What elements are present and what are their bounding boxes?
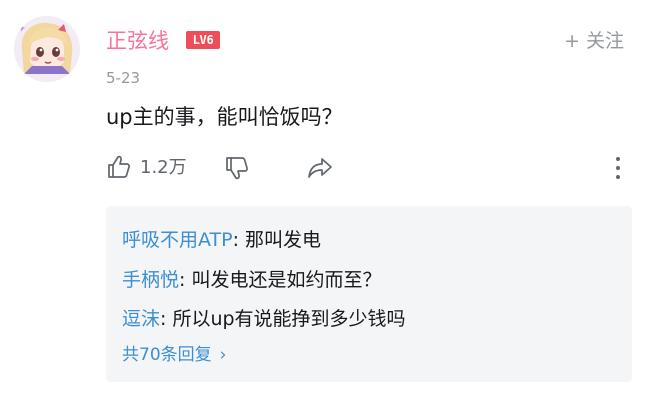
level-badge-text: LV6 [192, 33, 214, 47]
follow-button[interactable]: + 关注 [564, 28, 624, 54]
chevron-right-icon: › [219, 345, 227, 365]
username[interactable]: 正弦线 [106, 28, 169, 54]
reply-preview-box[interactable]: 呼吸不用ATP: 那叫发电 手柄悦: 叫发电还是如约而至？ 逗沫: 所以up有说… [106, 206, 632, 382]
share-icon[interactable] [306, 155, 334, 181]
comment-text: up主的事，能叫恰饭吗？ [106, 105, 343, 129]
like-count: 1.2万 [140, 157, 187, 178]
more-icon[interactable] [612, 154, 624, 182]
avatar-illustration: ✦ [14, 16, 80, 82]
reply-text: : 那叫发电 [232, 229, 322, 251]
like-icon[interactable] [106, 154, 132, 180]
svg-text:✦: ✦ [17, 22, 26, 35]
follow-label: 关注 [585, 30, 624, 52]
comment-actions: 1.2万 [106, 154, 636, 182]
plus-icon: + [564, 30, 580, 52]
comment-date: 5-23 [106, 69, 141, 87]
reply-item[interactable]: 手柄悦: 叫发电还是如约而至？ [122, 266, 381, 294]
reply-username[interactable]: 逗沫 [122, 308, 160, 330]
reply-item[interactable]: 呼吸不用ATP: 那叫发电 [122, 226, 321, 254]
reply-item[interactable]: 逗沫: 所以up有说能挣到多少钱吗 [122, 305, 406, 333]
avatar[interactable]: ✦ [14, 16, 80, 82]
reply-text: : 所以up有说能挣到多少钱吗 [160, 308, 406, 330]
reply-count-label: 共70条回复 [122, 345, 212, 365]
level-badge: LV6 [186, 31, 220, 49]
reply-text: : 叫发电还是如约而至？ [179, 269, 382, 291]
dislike-icon[interactable] [224, 155, 250, 181]
view-all-replies-link[interactable]: 共70条回复 › [122, 343, 226, 367]
reply-username[interactable]: 呼吸不用ATP [122, 229, 233, 251]
reply-username[interactable]: 手柄悦 [122, 269, 179, 291]
